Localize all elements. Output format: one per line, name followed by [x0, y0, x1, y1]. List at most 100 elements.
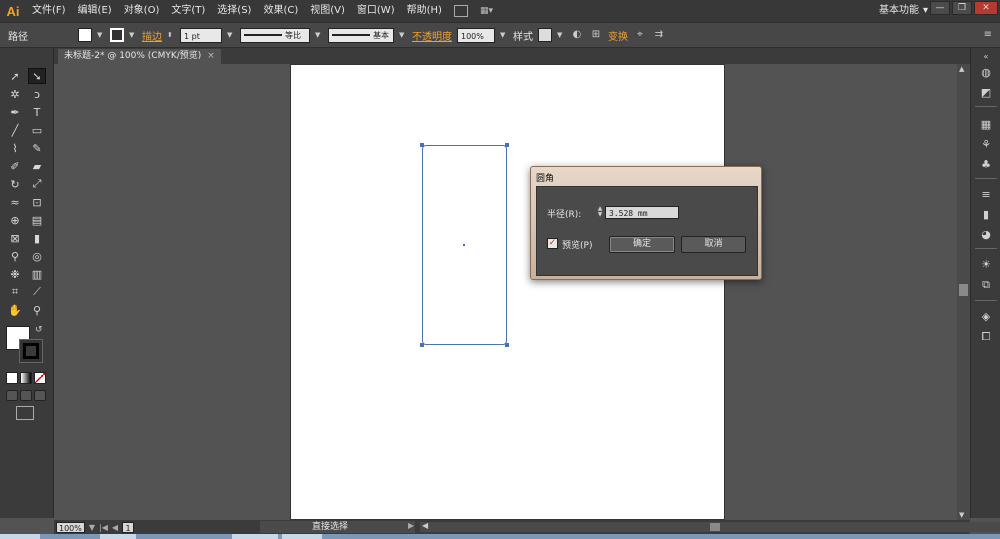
- magic-wand-tool-icon[interactable]: ✲: [6, 86, 24, 102]
- zoom-tool-icon[interactable]: ⚲: [28, 302, 46, 318]
- blob-brush-tool-icon[interactable]: ✐: [6, 158, 24, 174]
- radius-input[interactable]: 3.528 mm: [605, 206, 679, 219]
- stroke-weight-dropdown-icon[interactable]: ▼: [227, 31, 235, 39]
- free-transform-tool-icon[interactable]: ⊡: [28, 194, 46, 210]
- color-mode-button[interactable]: [6, 372, 18, 384]
- swap-fill-stroke-icon[interactable]: ↺: [35, 325, 43, 335]
- menu-file[interactable]: 文件(F): [26, 0, 72, 22]
- symbols-panel-icon[interactable]: ♣: [979, 158, 993, 172]
- brushes-panel-icon[interactable]: ⚘: [979, 138, 993, 152]
- taskbar-item[interactable]: [282, 534, 322, 539]
- brush-definition[interactable]: 基本: [328, 27, 394, 43]
- stroke-dropdown-icon[interactable]: ▼: [129, 31, 137, 39]
- gradient-tool-icon[interactable]: ▮: [28, 230, 46, 246]
- column-graph-tool-icon[interactable]: ▥: [28, 266, 46, 282]
- paintbrush-tool-icon[interactable]: ⌇: [6, 140, 24, 156]
- horizontal-scrollbar[interactable]: ◀ ▶: [420, 521, 1000, 532]
- graphic-style-swatch[interactable]: [538, 28, 552, 42]
- bridge-icon[interactable]: [453, 5, 468, 17]
- stroke-panel-icon[interactable]: ≡: [979, 188, 993, 202]
- gradient-panel-icon[interactable]: ▮: [979, 208, 993, 222]
- shape-builder-tool-icon[interactable]: ⊕: [6, 212, 24, 228]
- opacity-field[interactable]: 100%: [457, 27, 495, 43]
- spinner-icon[interactable]: ⬍: [167, 31, 175, 39]
- opacity-dropdown-icon[interactable]: ▼: [500, 31, 508, 39]
- options-icon[interactable]: ⇉: [652, 28, 666, 42]
- menu-select[interactable]: 选择(S): [211, 0, 257, 22]
- mesh-tool-icon[interactable]: ⊠: [6, 230, 24, 246]
- cancel-button[interactable]: 取消: [681, 236, 746, 253]
- recolor-icon[interactable]: ◐: [570, 28, 584, 42]
- artboard-tool-icon[interactable]: ⌗: [6, 284, 24, 300]
- pen-tool-icon[interactable]: ✒: [6, 104, 24, 120]
- vertical-scroll-thumb[interactable]: [959, 284, 968, 296]
- zoom-dropdown-icon[interactable]: ▼: [89, 523, 95, 532]
- warp-tool-icon[interactable]: ≈: [6, 194, 24, 210]
- transparency-panel-icon[interactable]: ◕: [979, 228, 993, 242]
- appearance-panel-icon[interactable]: ☀: [979, 258, 993, 272]
- stroke-weight-field[interactable]: 1 pt: [180, 27, 222, 43]
- perspective-grid-tool-icon[interactable]: ▤: [28, 212, 46, 228]
- symbol-sprayer-tool-icon[interactable]: ❉: [6, 266, 24, 282]
- status-menu-icon[interactable]: ▶: [408, 521, 414, 530]
- fill-dropdown-icon[interactable]: ▼: [97, 31, 105, 39]
- style-dropdown-icon[interactable]: ▼: [557, 31, 565, 39]
- prev-artboard-icon[interactable]: ◀: [112, 523, 118, 532]
- type-tool-icon[interactable]: T: [28, 104, 46, 120]
- tab-close-icon[interactable]: ×: [207, 49, 215, 64]
- stroke-panel-link[interactable]: 描边: [142, 28, 162, 43]
- blend-tool-icon[interactable]: ◎: [28, 248, 46, 264]
- start-button[interactable]: [0, 534, 40, 539]
- scale-tool-icon[interactable]: ⤢: [28, 176, 46, 192]
- zoom-field[interactable]: 100%: [56, 521, 85, 533]
- variable-width-profile[interactable]: 等比: [240, 27, 310, 43]
- artboards-panel-icon[interactable]: ⧠: [979, 330, 993, 344]
- anchor-point-top-left[interactable]: [420, 143, 424, 147]
- menu-object[interactable]: 对象(O): [118, 0, 166, 22]
- hand-tool-icon[interactable]: ✋: [6, 302, 24, 318]
- color-panel-icon[interactable]: ◍: [979, 66, 993, 80]
- first-artboard-icon[interactable]: |◀: [99, 523, 108, 532]
- isolate-icon[interactable]: ⌖: [633, 28, 647, 42]
- stroke-color-box[interactable]: [19, 339, 43, 363]
- swatches-panel-icon[interactable]: ▦: [979, 118, 993, 132]
- taskbar-item[interactable]: [232, 534, 278, 539]
- color-guide-panel-icon[interactable]: ◩: [979, 86, 993, 100]
- line-tool-icon[interactable]: ╱: [6, 122, 24, 138]
- draw-normal-button[interactable]: [6, 390, 18, 401]
- draw-behind-button[interactable]: [20, 390, 32, 401]
- scroll-up-icon[interactable]: ▲: [959, 65, 964, 73]
- artboard[interactable]: [290, 64, 725, 520]
- transform-panel-link[interactable]: 变换: [608, 28, 628, 43]
- close-button[interactable]: ✕: [974, 1, 998, 15]
- draw-inside-button[interactable]: [34, 390, 46, 401]
- profile-dropdown-icon[interactable]: ▼: [315, 31, 323, 39]
- lasso-tool-icon[interactable]: ↄ: [28, 86, 46, 102]
- arrange-documents-icon[interactable]: ▦▾: [480, 5, 498, 17]
- collapse-panels-icon[interactable]: «: [979, 50, 993, 64]
- scroll-down-icon[interactable]: ▼: [959, 511, 964, 519]
- stroke-swatch[interactable]: [110, 28, 124, 42]
- menu-type[interactable]: 文字(T): [165, 0, 211, 22]
- pencil-tool-icon[interactable]: ✎: [28, 140, 46, 156]
- direct-selection-tool-icon[interactable]: ➘: [28, 68, 46, 84]
- anchor-point-top-right[interactable]: [505, 143, 509, 147]
- menu-help[interactable]: 帮助(H): [401, 0, 448, 22]
- rectangle-tool-icon[interactable]: ▭: [28, 122, 46, 138]
- eraser-tool-icon[interactable]: ▰: [28, 158, 46, 174]
- panel-menu-icon[interactable]: ≡: [984, 29, 992, 40]
- graphic-styles-panel-icon[interactable]: ⧉: [979, 278, 993, 292]
- document-tab[interactable]: 未标题-2* @ 100% (CMYK/预览) ×: [58, 49, 221, 64]
- anchor-point-bottom-right[interactable]: [505, 343, 509, 347]
- opacity-panel-link[interactable]: 不透明度: [412, 28, 452, 43]
- rotate-tool-icon[interactable]: ↻: [6, 176, 24, 192]
- vertical-scrollbar[interactable]: ▲ ▼: [957, 64, 970, 520]
- eyedropper-tool-icon[interactable]: ⚲: [6, 248, 24, 264]
- menu-window[interactable]: 窗口(W): [351, 0, 401, 22]
- none-mode-button[interactable]: [34, 372, 46, 384]
- anchor-point-bottom-left[interactable]: [420, 343, 424, 347]
- menu-view[interactable]: 视图(V): [304, 0, 351, 22]
- preview-checkbox[interactable]: ✓: [547, 238, 558, 249]
- taskbar-item[interactable]: [100, 534, 136, 539]
- screen-mode-button[interactable]: [16, 406, 34, 420]
